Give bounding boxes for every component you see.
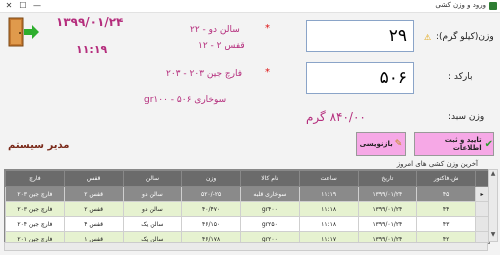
row-header-corner — [475, 170, 489, 187]
current-time: ۱۱:۱۹ — [76, 43, 108, 56]
table-cell: ۴۴ — [416, 201, 476, 217]
column-header[interactable]: تاریخ — [357, 170, 418, 187]
reset-button-label: بازنویسی — [359, 140, 393, 148]
table-cell: قفس ۴ — [63, 216, 124, 232]
table-cell: قفس ۲ — [63, 186, 124, 202]
check-icon: ✔ — [484, 138, 493, 150]
row-header — [475, 201, 489, 217]
table-cell: ۴۰/۴۷۰ — [181, 201, 241, 217]
column-header[interactable]: ساعت — [298, 170, 359, 187]
confirm-button-label: تایید و ثبت اطلاعات — [444, 136, 482, 152]
broom-icon: ✎ — [394, 139, 403, 149]
table-cell: فارچ جین ۲۰۴ — [5, 216, 65, 232]
table-cell: gr۲۵۰ — [240, 216, 300, 232]
table-cell: فارچ جین ۲۰۳ — [5, 201, 65, 217]
column-header[interactable]: نام کالا — [240, 170, 300, 187]
exit-door-icon[interactable] — [6, 16, 40, 48]
confirm-button[interactable]: ✔ تایید و ثبت اطلاعات — [414, 132, 494, 156]
row-header — [475, 216, 489, 232]
table-cell: قفس ۲ — [63, 201, 124, 217]
window-title: ورود و وزن کشی — [435, 1, 486, 9]
barcode-input[interactable]: ۵۰۶ — [306, 62, 414, 94]
column-header[interactable]: ش.فاکتور — [416, 170, 476, 187]
table-cell: ۴۶/۱۵۰ — [181, 216, 241, 232]
table-cell: ۱۱:۱۸ — [298, 201, 359, 217]
fuel-text: سوخاری ۵۰۶ - gr۱۰۰ — [144, 95, 227, 105]
maximize-button[interactable]: ☐ — [16, 0, 30, 12]
table-cell: ۴۵ — [416, 186, 476, 202]
table-cell: سالن دو — [122, 186, 183, 202]
title-bar: ✕ ☐ — ورود و وزن کشی — [0, 0, 500, 13]
table-cell: ۱۳۹۹/۰۱/۲۴ — [357, 186, 418, 202]
table-cell: سالن دو — [122, 201, 183, 217]
table-cell: ۴۳ — [416, 216, 476, 232]
table-cell: ۱۳۹۹/۰۱/۲۴ — [357, 201, 418, 217]
barcode-label: بارکد : — [448, 72, 473, 82]
table-cell: ۲۵-/۵۲۰ — [181, 186, 241, 202]
weight-label: وزن(کیلو گرم): — [436, 32, 494, 42]
horizontal-scrollbar[interactable] — [4, 242, 488, 251]
table-cell: فارچ جین ۲۰۳ — [5, 186, 65, 202]
app-icon — [489, 2, 497, 10]
row-pointer: ▸ — [475, 186, 489, 202]
basket-weight-value: ۸۴۰/۰۰ گرم — [306, 110, 366, 124]
weighing-grid: ش.فاکتور تاریخ ساعت نام کالا وزن سالن قف… — [4, 169, 490, 244]
column-header[interactable]: قفس — [63, 170, 124, 187]
column-header[interactable]: فارچ — [5, 170, 65, 187]
weight-input[interactable]: ۲۹ — [306, 20, 414, 52]
grid-caption: آخرین وزن کشی های امروز — [396, 160, 478, 168]
vertical-scrollbar[interactable]: ▲ ▼ — [488, 169, 498, 242]
table-row[interactable]: ۴۴ ۱۳۹۹/۰۱/۲۴ ۱۱:۱۸ gr۴۰۰ ۴۰/۴۷۰ سالن دو… — [5, 201, 489, 217]
scroll-track[interactable] — [489, 180, 497, 231]
table-cell: ۱۱:۱۹ — [298, 186, 359, 202]
table-cell: gr۴۰۰ — [240, 201, 300, 217]
cage-text: قفس ۲ - ۱۲ — [198, 41, 245, 51]
table-cell: سالن یک — [122, 216, 183, 232]
column-header[interactable]: سالن — [122, 170, 183, 187]
table-cell: ۱۳۹۹/۰۱/۲۴ — [357, 216, 418, 232]
scroll-up-icon[interactable]: ▲ — [489, 170, 497, 180]
user-role: مدیر سیستم — [8, 140, 70, 151]
table-cell: سوخاری قلبه — [240, 186, 300, 202]
required-star: * — [265, 67, 270, 78]
table-row[interactable]: ▸ ۴۵ ۱۳۹۹/۰۱/۲۴ ۱۱:۱۹ سوخاری قلبه ۲۵-/۵۲… — [5, 186, 489, 202]
required-star: * — [265, 23, 270, 34]
minimize-button[interactable]: — — [30, 0, 44, 12]
column-header[interactable]: وزن — [181, 170, 241, 187]
reset-button[interactable]: ✎ بازنویسی — [356, 132, 406, 156]
current-date: ۱۳۹۹/۰۱/۲۴ — [56, 15, 124, 29]
close-button[interactable]: ✕ — [2, 0, 16, 12]
table-cell: ۱۱:۱۸ — [298, 216, 359, 232]
warning-icon: ⚠ — [424, 33, 432, 42]
broiler-text: فارچ جین ۲۰۳ - ۲۰۳ — [166, 69, 243, 79]
basket-weight-label: وزن سبد: — [448, 112, 485, 122]
table-row[interactable]: ۴۳ ۱۳۹۹/۰۱/۲۴ ۱۱:۱۸ gr۲۵۰ ۴۶/۱۵۰ سالن یک… — [5, 216, 489, 232]
scroll-down-icon[interactable]: ▼ — [489, 231, 497, 241]
hall-text: سالن دو - ۲۲ — [190, 25, 240, 35]
